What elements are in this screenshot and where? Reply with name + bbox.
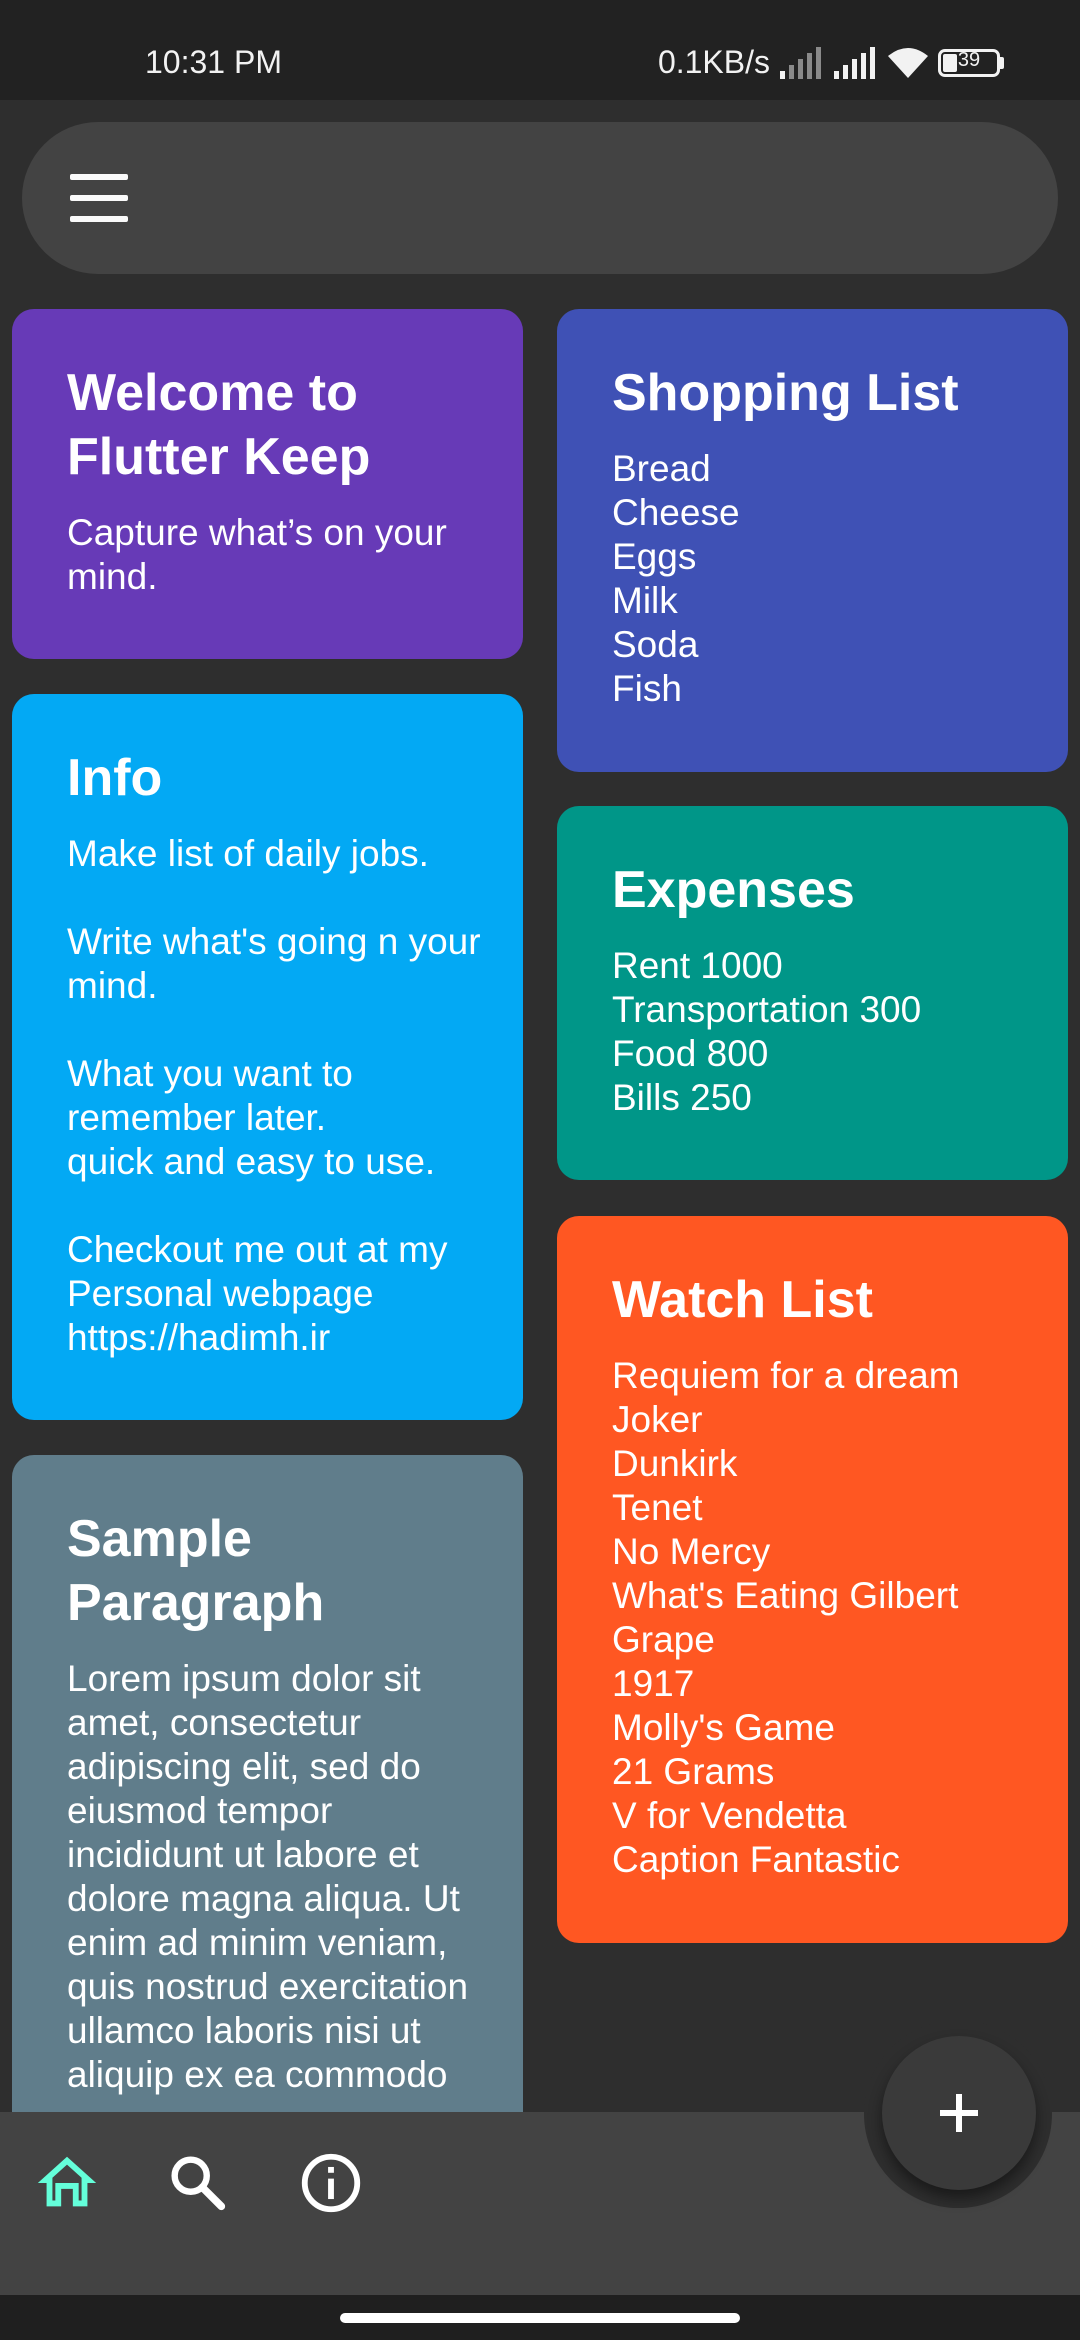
home-indicator[interactable] — [340, 2313, 740, 2323]
note-card-shopping[interactable]: Shopping List Bread Cheese Eggs Milk Sod… — [557, 309, 1068, 772]
note-body: Make list of daily jobs. Write what's go… — [67, 833, 481, 1358]
note-body: Capture what’s on your mind. — [67, 512, 447, 597]
add-note-button[interactable] — [882, 2036, 1036, 2190]
note-card-sample[interactable]: Sample Paragraph Lorem ipsum dolor sit a… — [12, 1455, 523, 2155]
app-screen: 10:31 PM 0.1KB/s 39 Welcome to Flutter K… — [0, 0, 1080, 2340]
note-body: Lorem ipsum dolor sit amet, consectetur … — [67, 1658, 469, 2095]
battery-icon: 39 — [938, 48, 1004, 77]
network-speed: 0.1KB/s — [657, 44, 770, 80]
search-icon — [171, 2156, 226, 2211]
status-time: 10:31 PM — [145, 44, 282, 80]
note-title: Info — [67, 749, 163, 807]
note-card-info[interactable]: Info Make list of daily jobs. Write what… — [12, 694, 523, 1420]
note-body: Requiem for a dream Joker Dunkirk Tenet … — [612, 1355, 960, 1880]
menu-icon[interactable] — [70, 170, 130, 226]
battery-level: 39 — [957, 48, 981, 71]
search-bar[interactable] — [22, 122, 1058, 274]
home-icon — [37, 2156, 97, 2207]
note-body: Rent 1000 Transportation 300 Food 800 Bi… — [612, 945, 922, 1118]
status-bar: 10:31 PM 0.1KB/s 39 — [0, 0, 1080, 100]
note-title: Watch List — [612, 1271, 873, 1329]
note-title: Welcome to Flutter Keep — [67, 364, 371, 486]
note-title: Sample Paragraph — [67, 1510, 325, 1632]
status-indicators: 0.1KB/s 39 — [658, 44, 1004, 81]
note-title: Expenses — [612, 861, 855, 919]
signal-strong-icon — [834, 46, 875, 79]
info-icon — [301, 2153, 361, 2213]
note-title: Shopping List — [612, 364, 959, 422]
search-button[interactable] — [163, 2148, 233, 2218]
signal-weak-icon — [780, 46, 821, 79]
note-card-watch[interactable]: Watch List Requiem for a dream Joker Dun… — [557, 1216, 1068, 1943]
info-button[interactable] — [296, 2148, 366, 2218]
note-card-welcome[interactable]: Welcome to Flutter Keep Capture what’s o… — [12, 309, 523, 659]
note-body: Bread Cheese Eggs Milk Soda Fish — [612, 448, 740, 709]
wifi-icon — [888, 47, 928, 78]
home-button[interactable] — [32, 2148, 102, 2218]
note-card-expenses[interactable]: Expenses Rent 1000 Transportation 300 Fo… — [557, 806, 1068, 1180]
